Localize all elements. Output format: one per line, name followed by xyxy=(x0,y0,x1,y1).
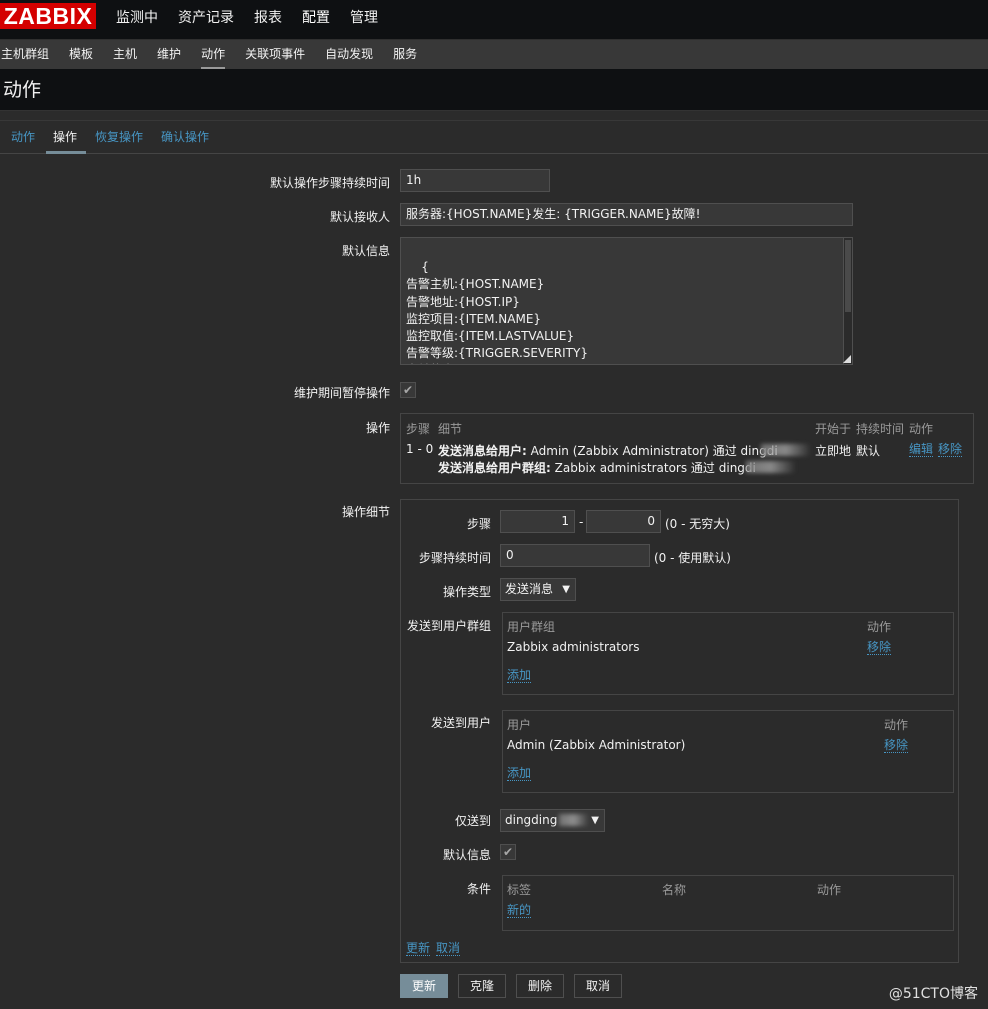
tab-operations[interactable]: 操作 xyxy=(44,121,87,154)
user-groups-table: 用户群组 动作 Zabbix administrators 移除 添加 xyxy=(502,612,954,695)
clone-button[interactable]: 克隆 xyxy=(458,974,506,998)
groups-col-action: 动作 xyxy=(867,620,892,634)
watermark: @51CTO博客 xyxy=(888,986,978,1002)
page-title: 动作 xyxy=(3,79,42,101)
default-message-label: 默认信息 xyxy=(341,244,390,258)
cond-col-label: 标签 xyxy=(507,883,532,897)
default-subject-label: 默认接收人 xyxy=(329,210,390,224)
dropdown-arrow-icon: ▼ xyxy=(591,815,599,826)
col-details: 细节 xyxy=(438,422,463,436)
col-action: 动作 xyxy=(909,422,934,436)
form-tabs: 动作 操作 恢复操作 确认操作 xyxy=(0,121,988,154)
cond-col-name: 名称 xyxy=(662,883,687,897)
submenu-maintenance[interactable]: 维护 xyxy=(147,40,191,70)
default-subject-input[interactable]: 服务器:{HOST.NAME}发生: {TRIGGER.NAME}故障! xyxy=(400,203,853,226)
send-only-to-select[interactable]: dingding ▼ xyxy=(500,809,605,832)
submenu-templates[interactable]: 模板 xyxy=(59,40,103,70)
menu-monitoring[interactable]: 监测中 xyxy=(106,0,168,36)
operations-table: 步骤 细节 开始于 持续时间 动作 1 - 0 发送消息给用户: Admin (… xyxy=(400,413,974,484)
tab-recovery-operations[interactable]: 恢复操作 xyxy=(86,121,152,153)
submenu-services[interactable]: 服务 xyxy=(383,40,427,70)
submenu-event-correlation[interactable]: 关联项事件 xyxy=(235,40,315,70)
operation-duration: 默认 xyxy=(856,444,881,458)
menu-reports[interactable]: 报表 xyxy=(244,0,292,36)
pause-maintenance-label: 维护期间暂停操作 xyxy=(293,386,390,400)
default-message-checkbox[interactable]: ✔ xyxy=(500,844,516,860)
operation-detail-2: 发送消息给用户群组: Zabbix administrators 通过 ding… xyxy=(438,461,756,475)
operation-update-link[interactable]: 更新 xyxy=(406,942,431,956)
step-to-input[interactable]: 0 xyxy=(586,510,661,533)
conditions-table: 标签 名称 动作 新的 xyxy=(502,875,954,931)
operation-steps: 1 - 0 xyxy=(406,442,434,456)
operation-start: 立即地 xyxy=(815,444,852,458)
redacted-blur xyxy=(559,814,589,826)
user-add-link[interactable]: 添加 xyxy=(507,767,532,781)
step-from-input[interactable]: 1 xyxy=(500,510,575,533)
redacted-blur xyxy=(746,461,796,473)
operation-details-panel: 步骤 1 - 0 (0 - 无穷大) 步骤持续时间 0 (0 - 使用默认) 操… xyxy=(400,499,959,963)
operation-type-select[interactable]: 发送消息 ▼ xyxy=(500,578,576,601)
step-duration-label: 步骤持续时间 xyxy=(418,551,491,565)
users-col-name: 用户 xyxy=(507,718,532,732)
step-duration-input[interactable]: 0 xyxy=(500,544,650,567)
delete-button[interactable]: 删除 xyxy=(516,974,564,998)
operation-edit-link[interactable]: 编辑 xyxy=(909,443,934,457)
send-to-groups-label: 发送到用户群组 xyxy=(406,619,491,633)
send-only-to-label: 仅送到 xyxy=(454,814,491,828)
group-remove-link[interactable]: 移除 xyxy=(867,641,892,655)
conditions-label: 条件 xyxy=(466,882,491,896)
checkmark-icon: ✔ xyxy=(402,383,414,397)
sub-navigation: 主机群组 模板 主机 维护 动作 关联项事件 自动发现 服务 xyxy=(0,39,988,69)
step-separator: - xyxy=(579,515,584,529)
groups-col-name: 用户群组 xyxy=(507,620,556,634)
dropdown-arrow-icon: ▼ xyxy=(562,584,570,595)
step-duration-hint: (0 - 使用默认) xyxy=(654,551,731,565)
cond-col-action: 动作 xyxy=(817,883,842,897)
default-message-textarea[interactable]: { 告警主机:{HOST.NAME} 告警地址:{HOST.IP} 监控项目:{… xyxy=(400,237,853,365)
tab-acknowledge-operations[interactable]: 确认操作 xyxy=(152,121,218,153)
menu-configuration[interactable]: 配置 xyxy=(292,0,340,36)
users-col-action: 动作 xyxy=(884,718,909,732)
default-step-duration-label: 默认操作步骤持续时间 xyxy=(269,176,390,190)
operation-details-label: 操作细节 xyxy=(341,505,390,519)
step-hint: (0 - 无穷大) xyxy=(665,517,730,531)
submenu-host-groups[interactable]: 主机群组 xyxy=(0,40,59,70)
top-navigation: ZABBIX 监测中 资产记录 报表 配置 管理 xyxy=(0,0,988,39)
submenu-hosts[interactable]: 主机 xyxy=(103,40,147,70)
redacted-blur xyxy=(761,444,811,456)
operation-cancel-link[interactable]: 取消 xyxy=(436,942,461,956)
menu-inventory[interactable]: 资产记录 xyxy=(168,0,244,36)
default-message-text: { 告警主机:{HOST.NAME} 告警地址:{HOST.IP} 监控项目:{… xyxy=(406,260,588,364)
group-name: Zabbix administrators xyxy=(507,640,640,654)
operations-label: 操作 xyxy=(365,421,390,435)
zabbix-logo[interactable]: ZABBIX xyxy=(0,3,96,29)
pause-maintenance-checkbox[interactable]: ✔ xyxy=(400,382,416,398)
operation-remove-link[interactable]: 移除 xyxy=(938,443,963,457)
update-button[interactable]: 更新 xyxy=(400,974,448,998)
user-remove-link[interactable]: 移除 xyxy=(884,739,909,753)
steps-label: 步骤 xyxy=(466,517,491,531)
col-duration: 持续时间 xyxy=(856,422,905,436)
condition-new-link[interactable]: 新的 xyxy=(507,904,532,918)
user-name: Admin (Zabbix Administrator) xyxy=(507,738,686,752)
users-table: 用户 动作 Admin (Zabbix Administrator) 移除 添加 xyxy=(502,710,954,793)
main-menu: 监测中 资产记录 报表 配置 管理 xyxy=(106,0,388,39)
textarea-scrollbar[interactable] xyxy=(843,238,852,364)
col-start-in: 开始于 xyxy=(815,422,852,436)
group-add-link[interactable]: 添加 xyxy=(507,669,532,683)
default-message-option-label: 默认信息 xyxy=(442,848,491,862)
submenu-actions[interactable]: 动作 xyxy=(191,40,235,70)
cancel-button[interactable]: 取消 xyxy=(574,974,622,998)
menu-administration[interactable]: 管理 xyxy=(340,0,388,36)
col-steps: 步骤 xyxy=(406,422,431,436)
main-content: 动作 操作 恢复操作 确认操作 默认操作步骤持续时间 1h 默认接收人 服务器:… xyxy=(0,120,988,1009)
operation-type-label: 操作类型 xyxy=(442,585,491,599)
tab-action[interactable]: 动作 xyxy=(2,121,44,153)
send-to-users-label: 发送到用户 xyxy=(430,716,491,730)
page-header: 动作 xyxy=(0,69,988,111)
default-step-duration-input[interactable]: 1h xyxy=(400,169,550,192)
submenu-discovery[interactable]: 自动发现 xyxy=(315,40,383,70)
operation-detail-1: 发送消息给用户: Admin (Zabbix Administrator) 通过… xyxy=(438,444,778,458)
checkmark-icon: ✔ xyxy=(502,845,514,859)
